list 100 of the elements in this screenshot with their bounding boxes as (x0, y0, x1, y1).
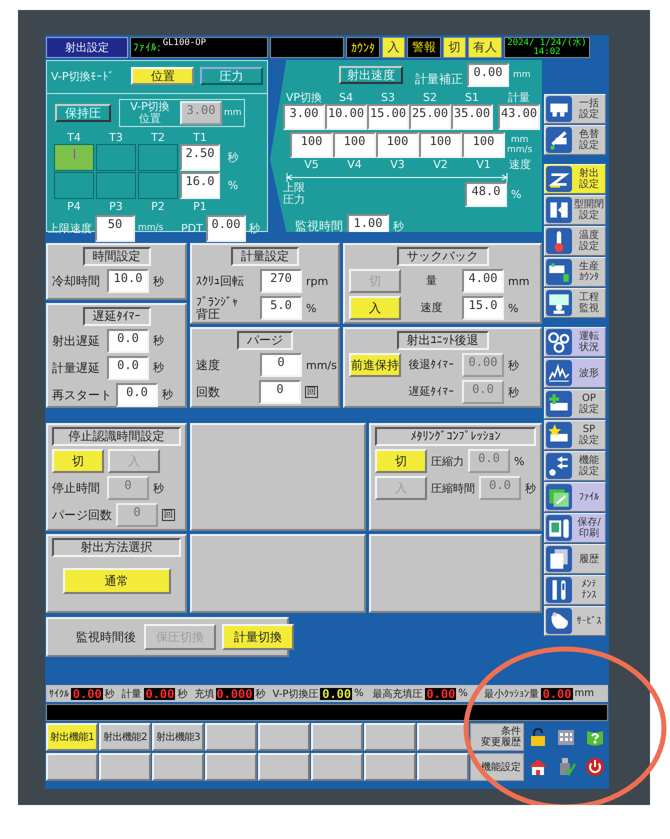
input-field[interactable]: 16.0 (180, 172, 220, 199)
input-field[interactable]: 100 (290, 132, 333, 158)
function-key[interactable] (46, 753, 98, 781)
input-field[interactable]: 100 (419, 132, 462, 158)
sidebar-item[interactable]: 温度 設定 (544, 226, 606, 256)
unit-label: 秒 (249, 220, 260, 236)
stage-cell[interactable] (54, 144, 94, 171)
input-field[interactable]: 0.0 (116, 382, 158, 407)
sidebar-item[interactable]: ﾒﾝﾃ ﾅﾝｽ (544, 575, 606, 605)
function-key[interactable] (417, 753, 469, 781)
input-field[interactable]: 0.0 (107, 328, 149, 353)
option-button[interactable]: 入 (349, 296, 401, 320)
input-field[interactable]: 100 (333, 132, 376, 158)
unit-label: 回 (162, 509, 175, 521)
function-key[interactable] (205, 723, 257, 751)
input-field[interactable]: 4.00 (462, 269, 504, 293)
mode-button[interactable]: 位置 (131, 67, 194, 85)
input-field[interactable]: 35.00 (451, 104, 493, 130)
input-field[interactable]: 43.00 (498, 104, 540, 130)
option-button[interactable]: 切 (52, 449, 104, 473)
sidebar-item[interactable]: 履歴 (544, 544, 606, 574)
input-field[interactable]: 10.0 (107, 269, 149, 293)
position-label: 計量 (507, 91, 531, 104)
sidebar-item[interactable]: 波形 (544, 358, 606, 388)
field-label: 速度 (420, 302, 444, 314)
unit-label: 回 (305, 386, 318, 398)
home-icon[interactable] (528, 757, 548, 777)
stage-label: P2 (151, 200, 165, 213)
stage-label: P4 (67, 200, 81, 213)
sidebar-item[interactable]: 保存/ 印刷 (544, 513, 606, 543)
input-field[interactable]: 0 (259, 380, 301, 404)
field-label: 圧縮時間 (431, 480, 475, 496)
stage-cell[interactable] (138, 172, 178, 199)
function-key[interactable] (99, 753, 151, 781)
function-key[interactable] (311, 753, 363, 781)
sidebar-item[interactable]: 運転 状況 (544, 327, 606, 357)
sidebar-item[interactable]: 一括 設定 (544, 94, 606, 124)
value-display: 0.00 (320, 688, 352, 700)
function-key[interactable] (311, 723, 363, 751)
unit-label: 秒 (153, 360, 165, 376)
sidebar-item[interactable]: 機能 設定 (544, 451, 606, 481)
field-label: ｽｸﾘｭ回転 (196, 275, 245, 287)
stage-label: T4 (67, 130, 81, 144)
sidebar-item[interactable]: 射出 設定 (544, 164, 606, 194)
sidebar-item[interactable]: 型開閉 設定 (544, 195, 606, 225)
unit-label: 秒 (508, 358, 520, 372)
field-label: V-P切換ﾓｰﾄﾞ (51, 68, 116, 84)
unit-label: % (228, 179, 238, 192)
folder-icon (546, 484, 572, 510)
input-field[interactable]: 5.0 (260, 296, 302, 320)
input-field[interactable]: 0.0 (107, 356, 149, 380)
calculator-icon[interactable] (556, 727, 576, 747)
input-field[interactable]: 100 (376, 132, 419, 158)
sidebar-item[interactable]: 工程 監視 (544, 288, 606, 318)
sidebar-item[interactable]: 生産 ｶｳﾝﾀ (544, 257, 606, 287)
unit-label: rpm (306, 274, 330, 288)
function-key[interactable]: 射出機能2 (99, 723, 151, 751)
input-field[interactable]: 0 (260, 353, 302, 377)
option-button[interactable]: 通常 (62, 568, 170, 594)
input-field[interactable]: 15.0 (462, 296, 504, 320)
machine-plus-icon (546, 391, 572, 417)
sidebar-item[interactable]: ﾌｧｲﾙ (544, 482, 606, 512)
input-field[interactable]: 0.00 (206, 214, 246, 242)
input-field[interactable]: 0.00 (467, 63, 509, 87)
sidebar-item[interactable]: 色替 設定 (544, 125, 606, 155)
input-field[interactable]: 100 (462, 132, 505, 158)
function-key[interactable] (152, 753, 204, 781)
field-label: 速度 (196, 359, 221, 371)
function-key[interactable]: 条件 変更履歴 (470, 723, 524, 751)
sidebar-item[interactable]: SP 設定 (544, 420, 606, 450)
function-key[interactable]: 射出機能3 (152, 723, 204, 751)
input-field[interactable]: 15.00 (367, 104, 409, 130)
stage-cell[interactable] (54, 172, 94, 199)
option-button[interactable]: 計量切換 (222, 624, 294, 650)
input-field[interactable]: 48.0 (465, 182, 507, 207)
input-field[interactable]: 50 (95, 214, 135, 242)
input-field[interactable]: 3.00 (283, 104, 325, 130)
function-key[interactable] (364, 723, 416, 751)
ramp-icon (546, 166, 572, 192)
input-field[interactable]: 270 (260, 269, 302, 293)
function-key[interactable] (364, 753, 416, 781)
function-key[interactable] (258, 723, 310, 751)
function-key[interactable]: 射出機能1 (46, 723, 98, 751)
sidebar-item[interactable]: OP 設定 (544, 389, 606, 419)
unit-label: 秒 (177, 688, 188, 700)
power-icon[interactable] (584, 757, 605, 777)
stage-cell[interactable] (138, 144, 178, 171)
section-title: 時間設定 (82, 247, 150, 266)
function-key[interactable] (205, 753, 257, 781)
input-field[interactable]: 25.00 (409, 104, 451, 130)
unit-label: mm/s (507, 145, 532, 155)
input-field[interactable]: 10.00 (325, 104, 367, 130)
stage-cell[interactable] (96, 144, 136, 171)
input-field[interactable]: 2.50 (180, 144, 220, 171)
function-key[interactable] (258, 753, 310, 781)
screen-title: 射出設定 (46, 37, 128, 58)
function-key[interactable] (417, 723, 469, 751)
stage-cell[interactable] (96, 172, 136, 199)
section-title: 射出方法選択 (52, 538, 181, 557)
sidebar-item[interactable]: ｻｰﾋﾞｽ (544, 606, 606, 636)
